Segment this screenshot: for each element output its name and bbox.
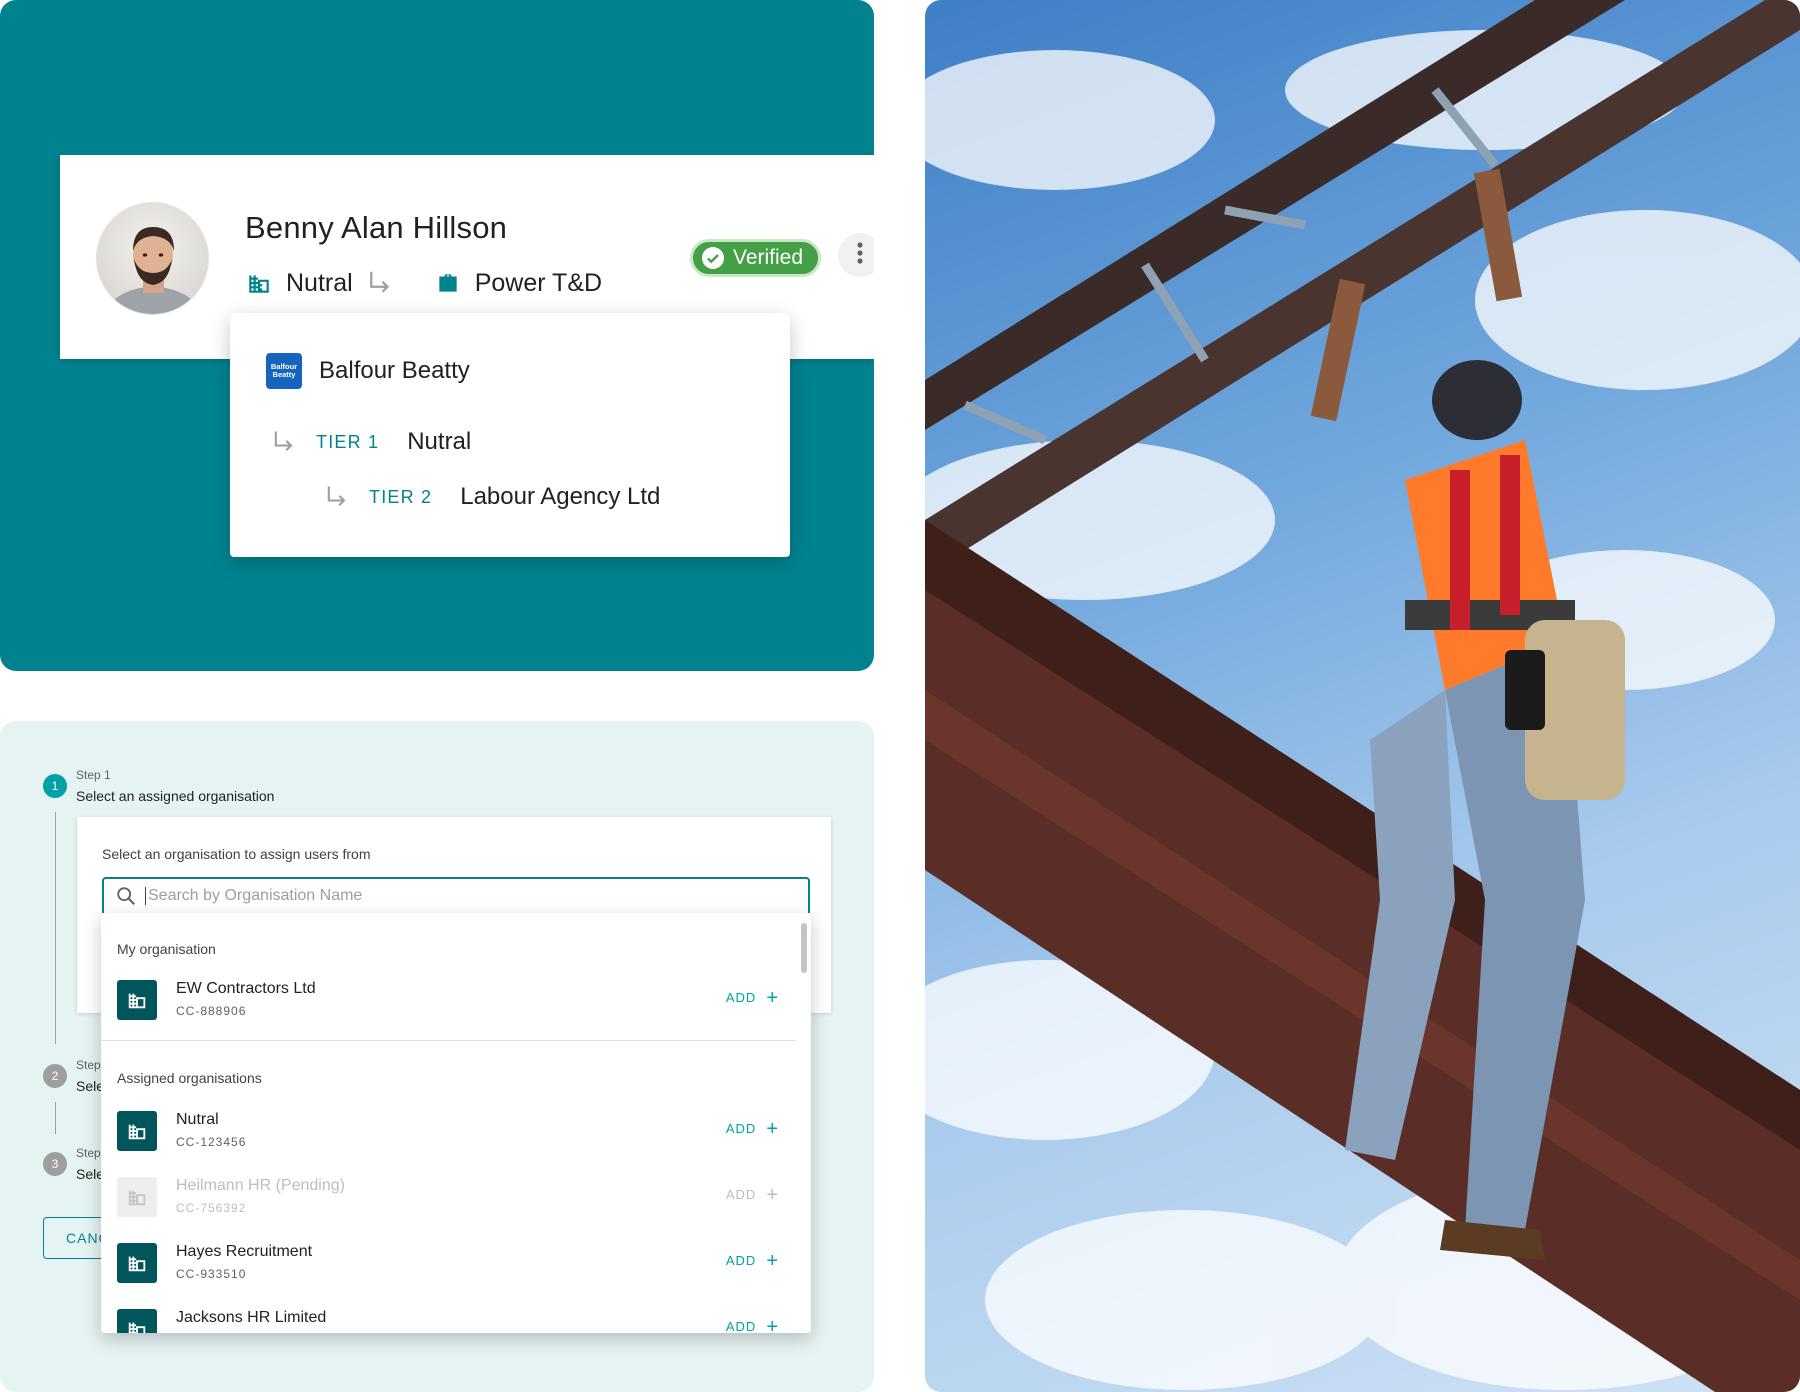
- subdirectory-arrow-icon: [323, 483, 351, 511]
- check-circle-icon: [701, 246, 725, 270]
- verified-badge: Verified: [690, 239, 822, 277]
- building-icon: [246, 270, 272, 296]
- org-name: Jacksons HR Limited: [176, 1309, 327, 1326]
- organisation-search-box[interactable]: [102, 877, 810, 915]
- tier-2-row: TIER 2 Labour Agency Ltd: [323, 480, 660, 514]
- tier-1-value: Nutral: [407, 428, 472, 455]
- building-icon: [117, 1177, 157, 1217]
- plus-icon: +: [766, 1315, 779, 1334]
- org-name: Hayes Recruitment: [176, 1243, 313, 1260]
- plus-icon: +: [766, 1249, 779, 1272]
- org-name: EW Contractors Ltd: [176, 980, 316, 997]
- org-name: Heilmann HR (Pending): [176, 1177, 345, 1194]
- step-3-label: Step: [76, 1146, 101, 1160]
- step-2-indicator: 2: [43, 1064, 67, 1088]
- add-button[interactable]: ADD +: [726, 1183, 779, 1206]
- step-connector: [55, 1102, 56, 1134]
- balfour-beatty-logo: Balfour Beatty: [266, 353, 302, 389]
- list-item[interactable]: Heilmann HR (Pending) CC-756392 ADD +: [117, 1175, 787, 1219]
- step-connector: [55, 812, 56, 1044]
- building-icon: [117, 980, 157, 1020]
- organisation-dropdown: My organisation EW Contractors Ltd CC-88…: [101, 913, 811, 1333]
- assigned-organisations-heading: Assigned organisations: [117, 1070, 262, 1086]
- verified-label: Verified: [733, 246, 804, 269]
- card-hint: Select an organisation to assign users f…: [102, 846, 371, 862]
- add-button[interactable]: ADD +: [726, 1249, 779, 1272]
- building-icon: [117, 1243, 157, 1283]
- plus-icon: +: [766, 986, 779, 1009]
- search-icon: [115, 885, 137, 907]
- org-code: CC-123456: [176, 1135, 247, 1149]
- org-code: CC-756392: [176, 1201, 247, 1215]
- tier-2-label: TIER 2: [369, 486, 433, 507]
- plus-icon: +: [766, 1183, 779, 1206]
- more-options-button[interactable]: [838, 233, 874, 277]
- plus-icon: +: [766, 1117, 779, 1140]
- building-icon: [117, 1309, 157, 1333]
- profile-panel: Benny Alan Hillson Nutral Power T&D Veri…: [0, 0, 874, 671]
- step-2-label: Step: [76, 1058, 101, 1072]
- avatar: [96, 202, 209, 315]
- org-title: Balfour Beatty: [319, 357, 470, 384]
- more-vert-icon: [856, 241, 864, 270]
- dropdown-scrollbar[interactable]: [801, 923, 807, 973]
- list-item[interactable]: Jacksons HR Limited ADD +: [117, 1307, 787, 1333]
- subdirectory-arrow-icon: [270, 428, 298, 456]
- list-item[interactable]: EW Contractors Ltd CC-888906 ADD +: [117, 978, 787, 1022]
- org-name: Nutral: [176, 1111, 219, 1128]
- tier-1-label: TIER 1: [316, 431, 380, 452]
- briefcase-icon: [435, 270, 461, 296]
- organisation-search-input[interactable]: [145, 887, 785, 905]
- tier-1-row: TIER 1 Nutral: [270, 425, 471, 459]
- step-3-description: Sele: [76, 1166, 105, 1182]
- profile-name: Benny Alan Hillson: [245, 210, 508, 245]
- profile-meta: Nutral Power T&D: [246, 265, 602, 301]
- list-item[interactable]: Nutral CC-123456 ADD +: [117, 1109, 787, 1153]
- add-button[interactable]: ADD +: [726, 1117, 779, 1140]
- list-item[interactable]: Hayes Recruitment CC-933510 ADD +: [117, 1241, 787, 1285]
- step-3-indicator: 3: [43, 1152, 67, 1176]
- step-1-label: Step 1: [76, 768, 111, 782]
- tier-2-value: Labour Agency Ltd: [460, 483, 661, 510]
- building-icon: [117, 1111, 157, 1151]
- step-2-description: Sele: [76, 1078, 105, 1094]
- step-1-description: Select an assigned organisation: [76, 788, 275, 804]
- subdirectory-arrow-icon: [365, 268, 395, 298]
- profile-company: Nutral: [286, 268, 353, 297]
- construction-worker-photo: [925, 0, 1800, 1392]
- divider: [101, 1040, 796, 1041]
- org-code: CC-888906: [176, 1004, 247, 1018]
- add-button[interactable]: ADD +: [726, 1315, 779, 1334]
- org-code: CC-933510: [176, 1267, 247, 1281]
- add-button[interactable]: ADD +: [726, 986, 779, 1009]
- step-1-indicator: 1: [43, 774, 67, 798]
- my-organisation-heading: My organisation: [117, 941, 216, 957]
- profile-division: Power T&D: [474, 268, 603, 297]
